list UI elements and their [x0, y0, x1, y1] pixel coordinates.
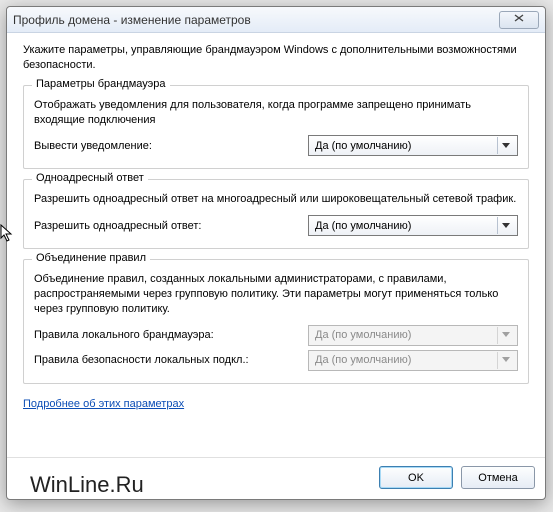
label-allow-unicast: Разрешить одноадресный ответ:: [34, 220, 308, 232]
intro-text: Укажите параметры, управляющие брандмауэ…: [23, 43, 529, 73]
row-local-security-rules: Правила безопасности локальных подкл.: Д…: [34, 350, 518, 371]
chevron-down-icon: [497, 352, 513, 369]
chevron-down-icon: [497, 217, 513, 234]
row-show-notification: Вывести уведомление: Да (по умолчанию): [34, 135, 518, 156]
group-title: Одноадресный ответ: [32, 172, 148, 184]
group-unicast-response: Одноадресный ответ Разрешить одноадресны…: [23, 179, 529, 249]
close-icon: [514, 14, 524, 25]
group-desc: Отображать уведомления для пользователя,…: [34, 98, 518, 128]
group-desc: Разрешить одноадресный ответ на многоадр…: [34, 192, 518, 207]
cancel-button-label: Отмена: [478, 472, 517, 484]
cancel-button[interactable]: Отмена: [461, 466, 535, 489]
label-show-notification: Вывести уведомление:: [34, 140, 308, 152]
group-rule-merging: Объединение правил Объединение правил, с…: [23, 259, 529, 384]
dropdown-allow-unicast[interactable]: Да (по умолчанию): [308, 215, 518, 236]
titlebar: Профиль домена - изменение параметров: [7, 7, 545, 33]
dropdown-value: Да (по умолчанию): [315, 329, 497, 341]
dropdown-value: Да (по умолчанию): [315, 354, 497, 366]
chevron-down-icon: [497, 327, 513, 344]
group-desc: Объединение правил, созданных локальными…: [34, 272, 518, 317]
ok-button-label: OK: [408, 472, 424, 484]
dropdown-show-notification[interactable]: Да (по умолчанию): [308, 135, 518, 156]
dropdown-local-firewall-rules: Да (по умолчанию): [308, 325, 518, 346]
close-button[interactable]: [499, 11, 539, 29]
label-local-firewall-rules: Правила локального брандмауэра:: [34, 329, 308, 341]
dropdown-local-security-rules: Да (по умолчанию): [308, 350, 518, 371]
dialog-content: Укажите параметры, управляющие брандмауэ…: [7, 33, 545, 457]
dropdown-value: Да (по умолчанию): [315, 220, 497, 232]
label-local-security-rules: Правила безопасности локальных подкл.:: [34, 354, 308, 366]
ok-button[interactable]: OK: [379, 466, 453, 489]
chevron-down-icon: [497, 137, 513, 154]
window-title: Профиль домена - изменение параметров: [13, 13, 499, 27]
row-allow-unicast: Разрешить одноадресный ответ: Да (по умо…: [34, 215, 518, 236]
group-title: Параметры брандмауэра: [32, 78, 170, 90]
group-firewall-settings: Параметры брандмауэра Отображать уведомл…: [23, 85, 529, 170]
dialog-window: Профиль домена - изменение параметров Ук…: [6, 6, 546, 500]
group-title: Объединение правил: [32, 252, 150, 264]
row-local-firewall-rules: Правила локального брандмауэра: Да (по у…: [34, 325, 518, 346]
dropdown-value: Да (по умолчанию): [315, 140, 497, 152]
button-bar: OK Отмена: [7, 457, 545, 499]
learn-more-link[interactable]: Подробнее об этих параметрах: [23, 398, 184, 410]
